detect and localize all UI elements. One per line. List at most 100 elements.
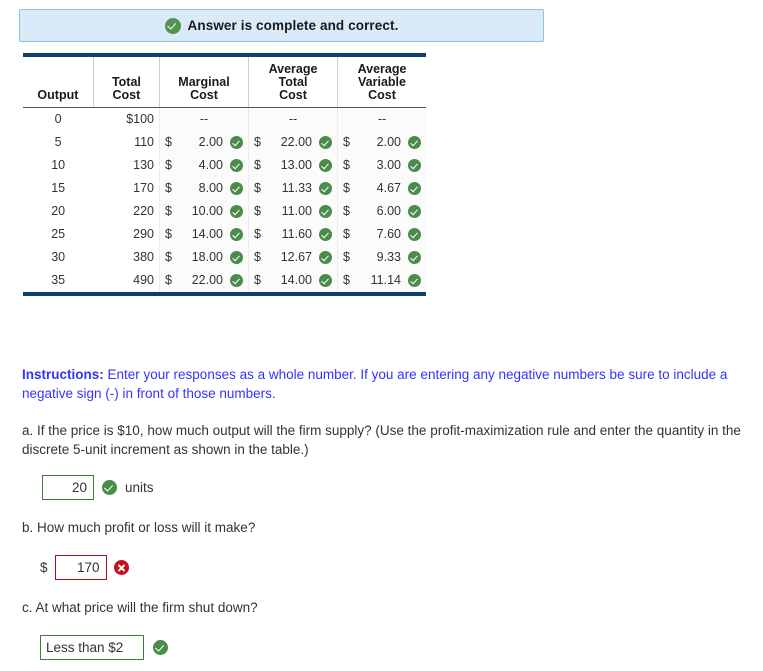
instructions-label: Instructions: [22, 367, 104, 382]
answer-cell-content: $7.60 [343, 226, 421, 243]
cell-total-cost: $100 [126, 112, 154, 126]
currency-symbol: $ [165, 273, 172, 287]
answer-value[interactable]: 11.60 [268, 226, 315, 243]
answer-value[interactable]: 22.00 [179, 272, 226, 289]
check-circle-icon [164, 17, 181, 34]
cell-marginal-cost: $22.00 [159, 269, 249, 296]
question-c-prompt: c. At what price will the firm shut down… [22, 600, 258, 615]
check-circle-icon [408, 159, 421, 172]
answer-value[interactable]: 4.67 [357, 180, 404, 197]
answer-cell-content: $11.14 [343, 272, 421, 289]
question-b-prompt: b. How much profit or loss will it make? [22, 520, 256, 535]
check-circle-icon [408, 205, 421, 218]
check-circle-icon [230, 205, 243, 218]
currency-symbol: $ [165, 158, 172, 172]
answer-cell-content: $11.60 [254, 226, 332, 243]
answer-value[interactable]: 3.00 [357, 157, 404, 174]
instructions-text: Instructions: Enter your responses as a … [22, 365, 755, 403]
currency-symbol: $ [254, 158, 261, 172]
cell-average-variable-cost: $9.33 [337, 246, 426, 269]
answer-value[interactable]: 11.33 [268, 180, 315, 197]
answer-value[interactable]: 18.00 [179, 249, 226, 266]
question-b-answer-row: $ 170 [40, 555, 129, 580]
check-circle-icon [319, 251, 332, 264]
cell-total-cost: 170 [133, 181, 154, 195]
cell-total-cost: 220 [133, 204, 154, 218]
header-label-total-2: Total [278, 75, 308, 89]
header-label-total: Total [111, 75, 141, 89]
currency-symbol: $ [254, 135, 261, 149]
answer-cell-content: $4.67 [343, 180, 421, 197]
cost-table-container: Output Total Cost Marginal Cost Average … [23, 53, 426, 296]
answer-cell-content: $22.00 [165, 272, 243, 289]
cell-total-cost: 110 [134, 135, 154, 149]
table-row: 5 110 $2.00 $22.00 $2.00 [23, 131, 426, 154]
answer-cell-content: $10.00 [165, 203, 243, 220]
cell-average-variable-cost: $2.00 [337, 131, 426, 154]
answer-value[interactable]: 6.00 [357, 203, 404, 220]
header-label-average-2: Average [357, 62, 407, 76]
currency-symbol: $ [343, 250, 350, 264]
cell-marginal-cost: $18.00 [159, 246, 249, 269]
cell-output: 35 [23, 269, 94, 296]
answer-value[interactable]: 10.00 [179, 203, 226, 220]
answer-value[interactable]: 2.00 [179, 134, 226, 151]
check-circle-icon [408, 251, 421, 264]
cell-output: 15 [51, 181, 66, 195]
currency-symbol: $ [165, 135, 172, 149]
header-label-cost: Cost [112, 88, 141, 102]
answer-value[interactable]: 22.00 [268, 134, 315, 151]
question-c-select[interactable]: Less than $2 [40, 635, 144, 660]
answer-value[interactable]: 13.00 [268, 157, 315, 174]
table-row: 25 290 $14.00 $11.60 $7.60 [23, 223, 426, 246]
currency-symbol: $ [343, 227, 350, 241]
answer-value[interactable]: 9.33 [357, 249, 404, 266]
cell-total-cost: 290 [133, 227, 154, 241]
instructions-body: Enter your responses as a whole number. … [22, 367, 728, 401]
answer-value[interactable]: 2.00 [357, 134, 404, 151]
cell-output: 25 [51, 227, 66, 241]
check-circle-icon [319, 228, 332, 241]
cell-total-cost: 380 [133, 250, 154, 264]
cell-output: 20 [51, 204, 66, 218]
answer-value[interactable]: 8.00 [179, 180, 226, 197]
cell-average-total-cost: $13.00 [248, 154, 338, 177]
cell-average-total-cost: $14.00 [248, 269, 338, 296]
answer-value[interactable]: 11.14 [357, 272, 404, 289]
cell-average-variable-cost: $3.00 [337, 154, 426, 177]
column-header-output: Output [23, 53, 94, 108]
answer-value[interactable]: 14.00 [268, 272, 315, 289]
answer-value[interactable]: 14.00 [179, 226, 226, 243]
table-row: 15 170 $8.00 $11.33 $4.67 [23, 177, 426, 200]
column-header-total-cost: Total Cost [92, 53, 160, 108]
answer-value[interactable]: 11.00 [268, 203, 315, 220]
currency-symbol: $ [343, 181, 350, 195]
check-circle-icon [102, 480, 117, 495]
check-circle-icon [230, 159, 243, 172]
currency-symbol: $ [254, 204, 261, 218]
status-banner: Answer is complete and correct. [19, 9, 544, 42]
answer-value[interactable]: 7.60 [357, 226, 404, 243]
answer-cell-content: $22.00 [254, 134, 332, 151]
answer-value[interactable]: 12.67 [268, 249, 315, 266]
currency-symbol: $ [165, 181, 172, 195]
cell-average-variable-cost: $11.14 [337, 269, 426, 296]
check-circle-icon [408, 274, 421, 287]
cell-average-total-cost: $11.33 [248, 177, 338, 200]
cell-marginal-cost: $2.00 [159, 131, 249, 154]
answer-cell-content: $13.00 [254, 157, 332, 174]
cell-average-variable-cost: $4.67 [337, 177, 426, 200]
answer-cell-content: $2.00 [165, 134, 243, 151]
answer-cell-content: $14.00 [254, 272, 332, 289]
question-b-input[interactable]: 170 [54, 555, 107, 580]
check-circle-icon [153, 640, 168, 655]
question-a-prompt: a. If the price is $10, how much output … [22, 423, 741, 457]
question-a-input[interactable]: 20 [42, 475, 94, 500]
answer-cell-content: $11.33 [254, 180, 332, 197]
answer-value[interactable]: 4.00 [179, 157, 226, 174]
answer-cell-content: $4.00 [165, 157, 243, 174]
answer-cell-content: $8.00 [165, 180, 243, 197]
cell-average-total-cost: $22.00 [248, 131, 338, 154]
currency-symbol: $ [254, 273, 261, 287]
x-circle-icon [113, 560, 129, 575]
